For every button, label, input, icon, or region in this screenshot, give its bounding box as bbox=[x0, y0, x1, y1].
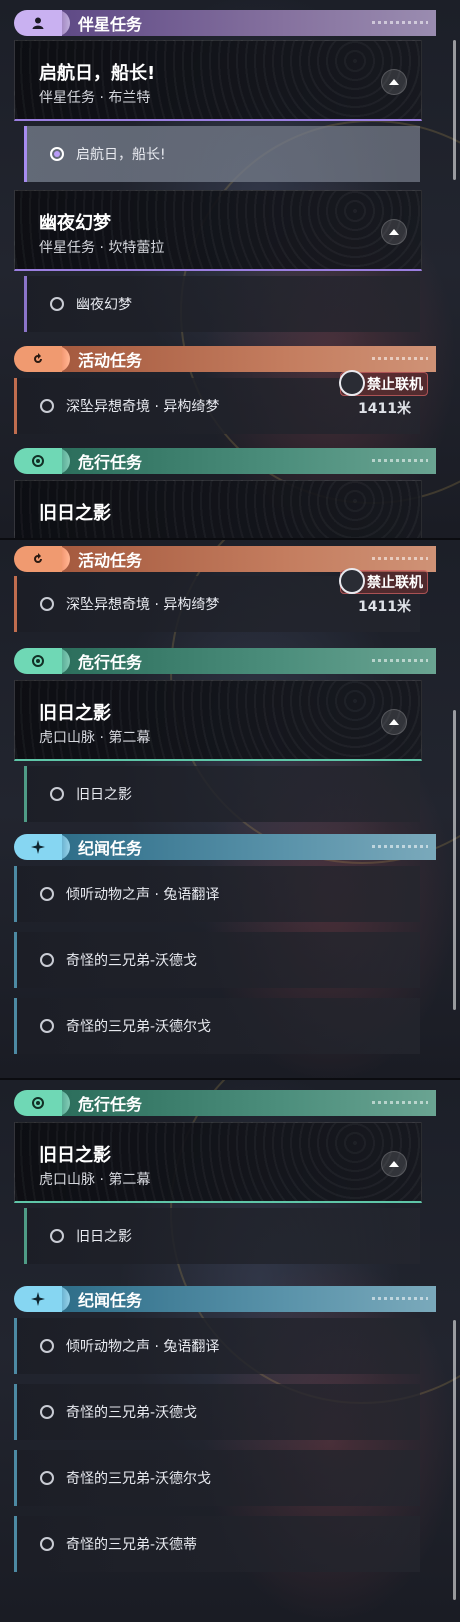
quest-step-label: 启航日，船长! bbox=[76, 147, 166, 163]
category-title: 活动任务 bbox=[78, 351, 143, 370]
quest-step-label: 奇怪的三兄弟-沃德尔戈 bbox=[66, 1471, 212, 1487]
quest-step-chronicle-3[interactable]: 奇怪的三兄弟-沃德尔戈 bbox=[14, 998, 420, 1054]
radio-empty-icon bbox=[40, 1339, 54, 1353]
category-title: 危行任务 bbox=[78, 653, 143, 672]
chevron-up-icon[interactable] bbox=[381, 1151, 407, 1177]
quest-subtitle: 虎口山脉 · 第二幕 bbox=[39, 730, 151, 746]
quest-header-departure[interactable]: 启航日，船长! 伴星任务 · 布兰特 bbox=[14, 40, 422, 121]
quest-step-label: 倾听动物之声 · 兔语翻译 bbox=[66, 1339, 220, 1355]
radio-empty-icon bbox=[40, 1405, 54, 1419]
quest-step-label: 奇怪的三兄弟-沃德戈 bbox=[66, 953, 198, 969]
quest-header-nightdream[interactable]: 幽夜幻梦 伴星任务 · 坎特蕾拉 bbox=[14, 190, 422, 271]
sparkle-icon bbox=[14, 834, 62, 860]
quest-step-shadow[interactable]: 旧日之影 bbox=[24, 766, 420, 822]
quest-step-label: 深坠异想奇境 · 异构绮梦 bbox=[66, 399, 220, 415]
category-companion[interactable]: 伴星任务 bbox=[14, 10, 436, 36]
quest-step-shadow[interactable]: 旧日之影 bbox=[24, 1208, 420, 1264]
category-danger[interactable]: 危行任务 bbox=[14, 448, 436, 474]
quest-header-shadow[interactable]: 旧日之影 虎口山脉 · 第二幕 bbox=[14, 1122, 422, 1203]
quest-step-departure[interactable]: 启航日，船长! bbox=[24, 126, 420, 182]
quest-header-shadow-partial[interactable]: 旧日之影 bbox=[14, 480, 422, 538]
quest-step-label: 旧日之影 bbox=[76, 787, 132, 803]
category-event[interactable]: 活动任务 bbox=[14, 346, 436, 372]
quest-step-label: 奇怪的三兄弟-沃德蒂 bbox=[66, 1537, 198, 1553]
radio-empty-icon bbox=[50, 1229, 64, 1243]
person-icon bbox=[14, 10, 62, 36]
hazard-icon bbox=[14, 448, 62, 474]
radio-empty-icon bbox=[40, 1019, 54, 1033]
radio-empty-icon bbox=[40, 953, 54, 967]
category-title: 纪闻任务 bbox=[78, 1291, 143, 1310]
multiplayer-disabled-badge: 禁止联机 bbox=[339, 568, 428, 594]
radio-empty-icon bbox=[40, 399, 54, 413]
category-chronicle[interactable]: 纪闻任务 bbox=[14, 1286, 436, 1312]
multiplayer-disabled-badge: 禁止联机 bbox=[339, 370, 428, 396]
radio-empty-icon bbox=[40, 887, 54, 901]
quest-title: 旧日之影 bbox=[39, 703, 111, 724]
quest-step-chronicle-1[interactable]: 倾听动物之声 · 兔语翻译 bbox=[14, 1318, 420, 1374]
scrollbar[interactable] bbox=[453, 710, 456, 1010]
distance-label: 1411米 bbox=[358, 401, 411, 417]
quest-panel-1: 伴星任务 启航日，船长! 伴星任务 · 布兰特 启航日，船长! 幽夜幻梦 伴星任… bbox=[0, 0, 460, 538]
quest-step-label: 奇怪的三兄弟-沃德尔戈 bbox=[66, 1019, 212, 1035]
hazard-icon bbox=[14, 648, 62, 674]
quest-step-chronicle-1[interactable]: 倾听动物之声 · 兔语翻译 bbox=[14, 866, 420, 922]
quest-step-label: 深坠异想奇境 · 异构绮梦 bbox=[66, 597, 220, 613]
quest-title: 旧日之影 bbox=[39, 503, 111, 524]
quest-title: 启航日，船长! bbox=[39, 63, 156, 84]
no-multiplayer-icon bbox=[339, 568, 365, 594]
category-title: 危行任务 bbox=[78, 453, 143, 472]
radio-empty-icon bbox=[40, 597, 54, 611]
radio-empty-icon bbox=[50, 787, 64, 801]
quest-subtitle: 伴星任务 · 布兰特 bbox=[39, 90, 151, 106]
no-multiplayer-icon bbox=[339, 370, 365, 396]
quest-title: 旧日之影 bbox=[39, 1145, 111, 1166]
radio-empty-icon bbox=[40, 1537, 54, 1551]
radio-empty-icon bbox=[50, 297, 64, 311]
refresh-icon bbox=[14, 546, 62, 572]
radio-selected-icon bbox=[50, 147, 64, 161]
quest-step-label: 旧日之影 bbox=[76, 1229, 132, 1245]
chevron-up-icon[interactable] bbox=[381, 69, 407, 95]
radio-empty-icon bbox=[40, 1471, 54, 1485]
category-chronicle[interactable]: 纪闻任务 bbox=[14, 834, 436, 860]
quest-subtitle: 虎口山脉 · 第二幕 bbox=[39, 1172, 151, 1188]
category-title: 伴星任务 bbox=[78, 15, 143, 34]
quest-step-chronicle-4[interactable]: 奇怪的三兄弟-沃德蒂 bbox=[14, 1516, 420, 1572]
scrollbar[interactable] bbox=[453, 1320, 456, 1600]
quest-panel-3: 危行任务 旧日之影 虎口山脉 · 第二幕 旧日之影 纪闻任务 倾听动物之声 · … bbox=[0, 1078, 460, 1622]
category-title: 危行任务 bbox=[78, 1095, 143, 1114]
category-danger[interactable]: 危行任务 bbox=[14, 648, 436, 674]
scrollbar[interactable] bbox=[453, 40, 456, 180]
distance-label: 1411米 bbox=[358, 599, 411, 615]
chevron-up-icon[interactable] bbox=[381, 219, 407, 245]
quest-step-label: 幽夜幻梦 bbox=[76, 297, 132, 313]
chevron-up-icon[interactable] bbox=[381, 709, 407, 735]
quest-panel-2: 活动任务 深坠异想奇境 · 异构绮梦 禁止联机 1411米 危行任务 旧日之影 … bbox=[0, 538, 460, 1080]
quest-title: 幽夜幻梦 bbox=[39, 213, 111, 234]
category-event[interactable]: 活动任务 bbox=[14, 546, 436, 572]
quest-step-chronicle-2[interactable]: 奇怪的三兄弟-沃德戈 bbox=[14, 932, 420, 988]
hazard-icon bbox=[14, 1090, 62, 1116]
refresh-icon bbox=[14, 346, 62, 372]
quest-step-label: 倾听动物之声 · 兔语翻译 bbox=[66, 887, 220, 903]
quest-step-nightdream[interactable]: 幽夜幻梦 bbox=[24, 276, 420, 332]
quest-header-shadow[interactable]: 旧日之影 虎口山脉 · 第二幕 bbox=[14, 680, 422, 761]
category-title: 纪闻任务 bbox=[78, 839, 143, 858]
quest-step-label: 奇怪的三兄弟-沃德戈 bbox=[66, 1405, 198, 1421]
quest-step-chronicle-2[interactable]: 奇怪的三兄弟-沃德戈 bbox=[14, 1384, 420, 1440]
sparkle-icon bbox=[14, 1286, 62, 1312]
quest-subtitle: 伴星任务 · 坎特蕾拉 bbox=[39, 240, 165, 256]
quest-step-chronicle-3[interactable]: 奇怪的三兄弟-沃德尔戈 bbox=[14, 1450, 420, 1506]
category-title: 活动任务 bbox=[78, 551, 143, 570]
category-danger[interactable]: 危行任务 bbox=[14, 1090, 436, 1116]
